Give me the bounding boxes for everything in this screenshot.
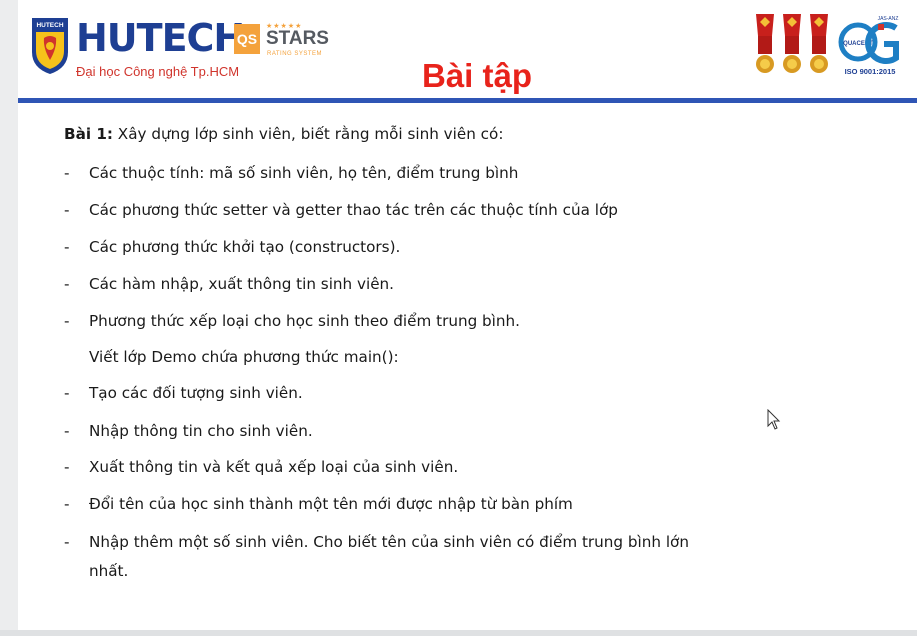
header-divider (18, 98, 917, 103)
list-item-text: Các thuộc tính: mã số sinh viên, họ tên,… (89, 164, 519, 182)
bullet: - (64, 238, 70, 256)
exercise-intro-text: Xây dựng lớp sinh viên, biết rằng mỗi si… (112, 125, 504, 143)
bullet: - (64, 312, 70, 330)
bullet: - (64, 495, 70, 513)
list-item-text: Tạo các đối tượng sinh viên. (89, 384, 303, 402)
exercise-intro: Bài 1: Xây dựng lớp sinh viên, biết rằng… (64, 125, 503, 143)
slide-title: Bài tập (422, 57, 533, 94)
bullet: - (64, 458, 70, 476)
svg-text:JAS-ANZ: JAS-ANZ (878, 16, 899, 22)
list-item-text: Các phương thức setter và getter thao tá… (89, 201, 618, 219)
bullet: - (64, 384, 70, 402)
list-item-text: Nhập thông tin cho sinh viên. (89, 422, 313, 440)
bullet: - (64, 201, 70, 219)
hutech-logo: HUTECH HUTECH Đại học Công nghệ Tp.HCM ★… (30, 14, 330, 86)
qs-rating-system-label: RATING SYSTEM (267, 51, 323, 57)
list-item-text: Đổi tên của học sinh thành một tên mới đ… (89, 495, 573, 513)
list-item-text: Các phương thức khởi tạo (constructors). (89, 238, 401, 256)
award-medals-icon (756, 14, 828, 73)
list-item-text: Các hàm nhập, xuất thông tin sinh viên. (89, 275, 395, 293)
bullet: - (64, 422, 70, 440)
list-item-text: Phương thức xếp loại cho học sinh theo đ… (89, 312, 520, 330)
window-bottom-edge (0, 630, 917, 636)
brand-name: HUTECH (76, 16, 245, 60)
bullet: - (64, 164, 70, 182)
qs-stars-label: STARS (266, 28, 329, 49)
qs-logo-mark: QS (234, 24, 260, 54)
svg-text:ISO 9001:2015: ISO 9001:2015 (845, 67, 896, 76)
list-item-text: Nhập thêm một số sinh viên. Cho biết tên… (89, 533, 689, 551)
bullet: - (64, 275, 70, 293)
quacert-iso-icon: JAS-ANZ QUACERT ISO 9001:2015 (838, 16, 899, 76)
brand-tagline: Đại học Công nghệ Tp.HCM (76, 64, 240, 79)
exercise-label: Bài 1: (64, 125, 113, 143)
demo-heading: Viết lớp Demo chứa phương thức main(): (89, 348, 399, 366)
bullet: - (64, 533, 70, 551)
list-item-continuation: nhất. (89, 562, 129, 580)
list-item-text: Xuất thông tin và kết quả xếp loại của s… (89, 458, 459, 476)
hutech-shield-icon: HUTECH (32, 18, 68, 74)
mouse-pointer-icon (767, 409, 781, 430)
svg-text:HUTECH: HUTECH (36, 22, 63, 29)
